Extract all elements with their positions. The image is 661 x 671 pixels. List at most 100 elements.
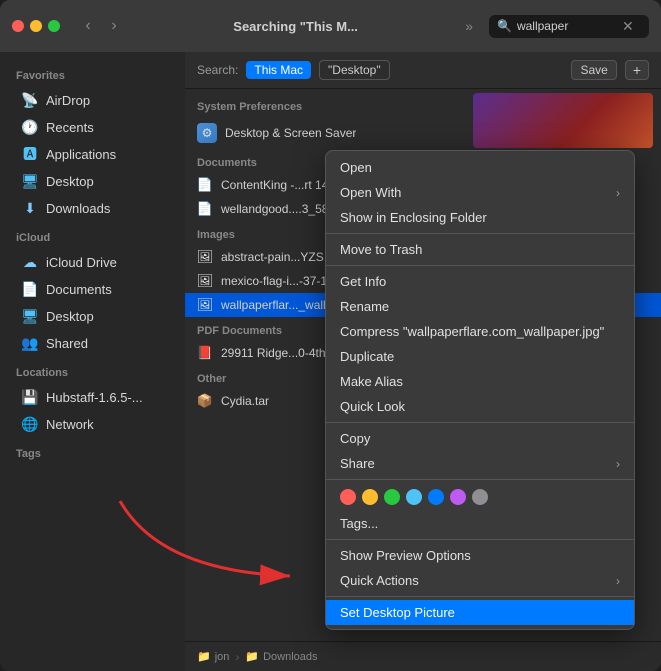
sidebar-item-shared-label: Shared [46,336,88,351]
ctx-quick-actions-label: Quick Actions [340,573,419,588]
tag-yellow-dot[interactable] [362,489,378,505]
ctx-show-preview-label: Show Preview Options [340,548,471,563]
ctx-open[interactable]: Open [326,155,634,180]
sidebar-item-applications-label: Applications [46,147,116,162]
ctx-share-label: Share [340,456,375,471]
ctx-show-preview[interactable]: Show Preview Options [326,543,634,568]
add-button[interactable]: + [625,60,649,80]
sidebar: Favorites 📡 AirDrop 🕐 Recents 🅰 Applicat… [0,52,185,671]
sidebar-item-hubstaff[interactable]: 💾 Hubstaff-1.6.5-... [6,384,179,410]
ctx-show-enclosing-label: Show in Enclosing Folder [340,210,487,225]
shared-icon: 👥 [22,335,38,351]
tag-blue-dot[interactable] [428,489,444,505]
network-icon: 🌐 [22,416,38,432]
icloud-section-label: iCloud [0,222,185,248]
sidebar-item-desktop[interactable]: 🖥 Desktop [6,168,179,194]
ctx-compress-label: Compress "wallpaperflare.com_wallpaper.j… [340,324,604,339]
save-button[interactable]: Save [571,60,616,80]
search-clear-icon[interactable]: ✕ [622,18,634,35]
ctx-open-with[interactable]: Open With › [326,180,634,205]
sidebar-item-icloud-desktop[interactable]: 🖥 Desktop [6,303,179,329]
ctx-make-alias[interactable]: Make Alias [326,369,634,394]
image-icon: 🖼 [197,297,213,313]
back-button[interactable]: ‹ [76,15,100,37]
ctx-set-desktop-picture-label: Set Desktop Picture [340,605,455,620]
favorites-section-label: Favorites [0,60,185,86]
search-label: Search: [197,63,238,77]
scope-this-mac-button[interactable]: This Mac [246,61,311,79]
sidebar-item-network-label: Network [46,417,94,432]
sidebar-item-hubstaff-label: Hubstaff-1.6.5-... [46,390,143,405]
folder-icon-2: 📁 [245,650,259,663]
icloud-desktop-icon: 🖥 [22,308,38,324]
image-icon: 🖼 [197,273,213,289]
search-icon: 🔍 [497,19,512,33]
icloud-drive-icon: ☁ [22,254,38,270]
recents-icon: 🕐 [22,119,38,135]
desktop-icon: 🖥 [22,173,38,189]
sidebar-item-documents[interactable]: 📄 Documents [6,276,179,302]
sidebar-item-network[interactable]: 🌐 Network [6,411,179,437]
ctx-rename[interactable]: Rename [326,294,634,319]
applications-icon: 🅰 [22,146,38,162]
ctx-quick-actions[interactable]: Quick Actions › [326,568,634,593]
ctx-tags[interactable]: Tags... [326,511,634,536]
ctx-duplicate-label: Duplicate [340,349,394,364]
ctx-separator-6 [326,596,634,597]
close-button[interactable] [12,20,24,32]
ctx-open-label: Open [340,160,372,175]
sidebar-item-recents[interactable]: 🕐 Recents [6,114,179,140]
ctx-compress[interactable]: Compress "wallpaperflare.com_wallpaper.j… [326,319,634,344]
hubstaff-icon: 💾 [22,389,38,405]
tag-gray-dot[interactable] [472,489,488,505]
ctx-separator-4 [326,479,634,480]
folder-icon: 📁 [197,650,211,663]
search-input[interactable] [517,19,617,33]
sidebar-item-icloud-drive-label: iCloud Drive [46,255,117,270]
image-icon: 🖼 [197,249,213,265]
doc-icon: 📄 [197,177,213,193]
sidebar-item-documents-label: Documents [46,282,112,297]
documents-icon: 📄 [22,281,38,297]
ctx-move-trash[interactable]: Move to Trash [326,237,634,262]
minimize-button[interactable] [30,20,42,32]
breadcrumb-item-downloads: 📁 Downloads [245,650,317,663]
tag-red-dot[interactable] [340,489,356,505]
ctx-quick-look-label: Quick Look [340,399,405,414]
doc-icon: 📄 [197,201,213,217]
pdf-icon: 📕 [197,345,213,361]
file-name: mexico-flag-i...-37-1... [221,274,337,288]
scope-desktop-button[interactable]: "Desktop" [319,60,390,80]
tag-green-dot[interactable] [384,489,400,505]
ctx-duplicate[interactable]: Duplicate [326,344,634,369]
ctx-set-desktop-picture[interactable]: Set Desktop Picture [326,600,634,625]
submenu-arrow-icon: › [616,186,620,200]
sidebar-item-shared[interactable]: 👥 Shared [6,330,179,356]
forward-button[interactable]: › [102,15,126,37]
tag-lightblue-dot[interactable] [406,489,422,505]
ctx-show-enclosing[interactable]: Show in Enclosing Folder [326,205,634,230]
ctx-copy[interactable]: Copy [326,426,634,451]
expand-icon[interactable]: » [465,18,473,34]
ctx-get-info[interactable]: Get Info [326,269,634,294]
sidebar-item-downloads[interactable]: ⬇ Downloads [6,195,179,221]
maximize-button[interactable] [48,20,60,32]
ctx-quick-look[interactable]: Quick Look [326,394,634,419]
system-pref-icon: ⚙ [197,123,217,143]
ctx-separator-1 [326,233,634,234]
sidebar-item-icloud-drive[interactable]: ☁ iCloud Drive [6,249,179,275]
bottom-bar: 📁 jon › 📁 Downloads [185,641,661,671]
ctx-tags-label: Tags... [340,516,378,531]
ctx-separator-5 [326,539,634,540]
breadcrumb-label-2: Downloads [263,651,317,663]
search-toolbar: Search: This Mac "Desktop" Save + [185,52,661,89]
sidebar-item-applications[interactable]: 🅰 Applications [6,141,179,167]
ctx-share[interactable]: Share › [326,451,634,476]
ctx-get-info-label: Get Info [340,274,386,289]
tag-purple-dot[interactable] [450,489,466,505]
sidebar-item-airdrop[interactable]: 📡 AirDrop [6,87,179,113]
ctx-separator-3 [326,422,634,423]
traffic-lights [12,20,60,32]
file-name: abstract-pain...YZS... [221,250,334,264]
ctx-copy-label: Copy [340,431,370,446]
